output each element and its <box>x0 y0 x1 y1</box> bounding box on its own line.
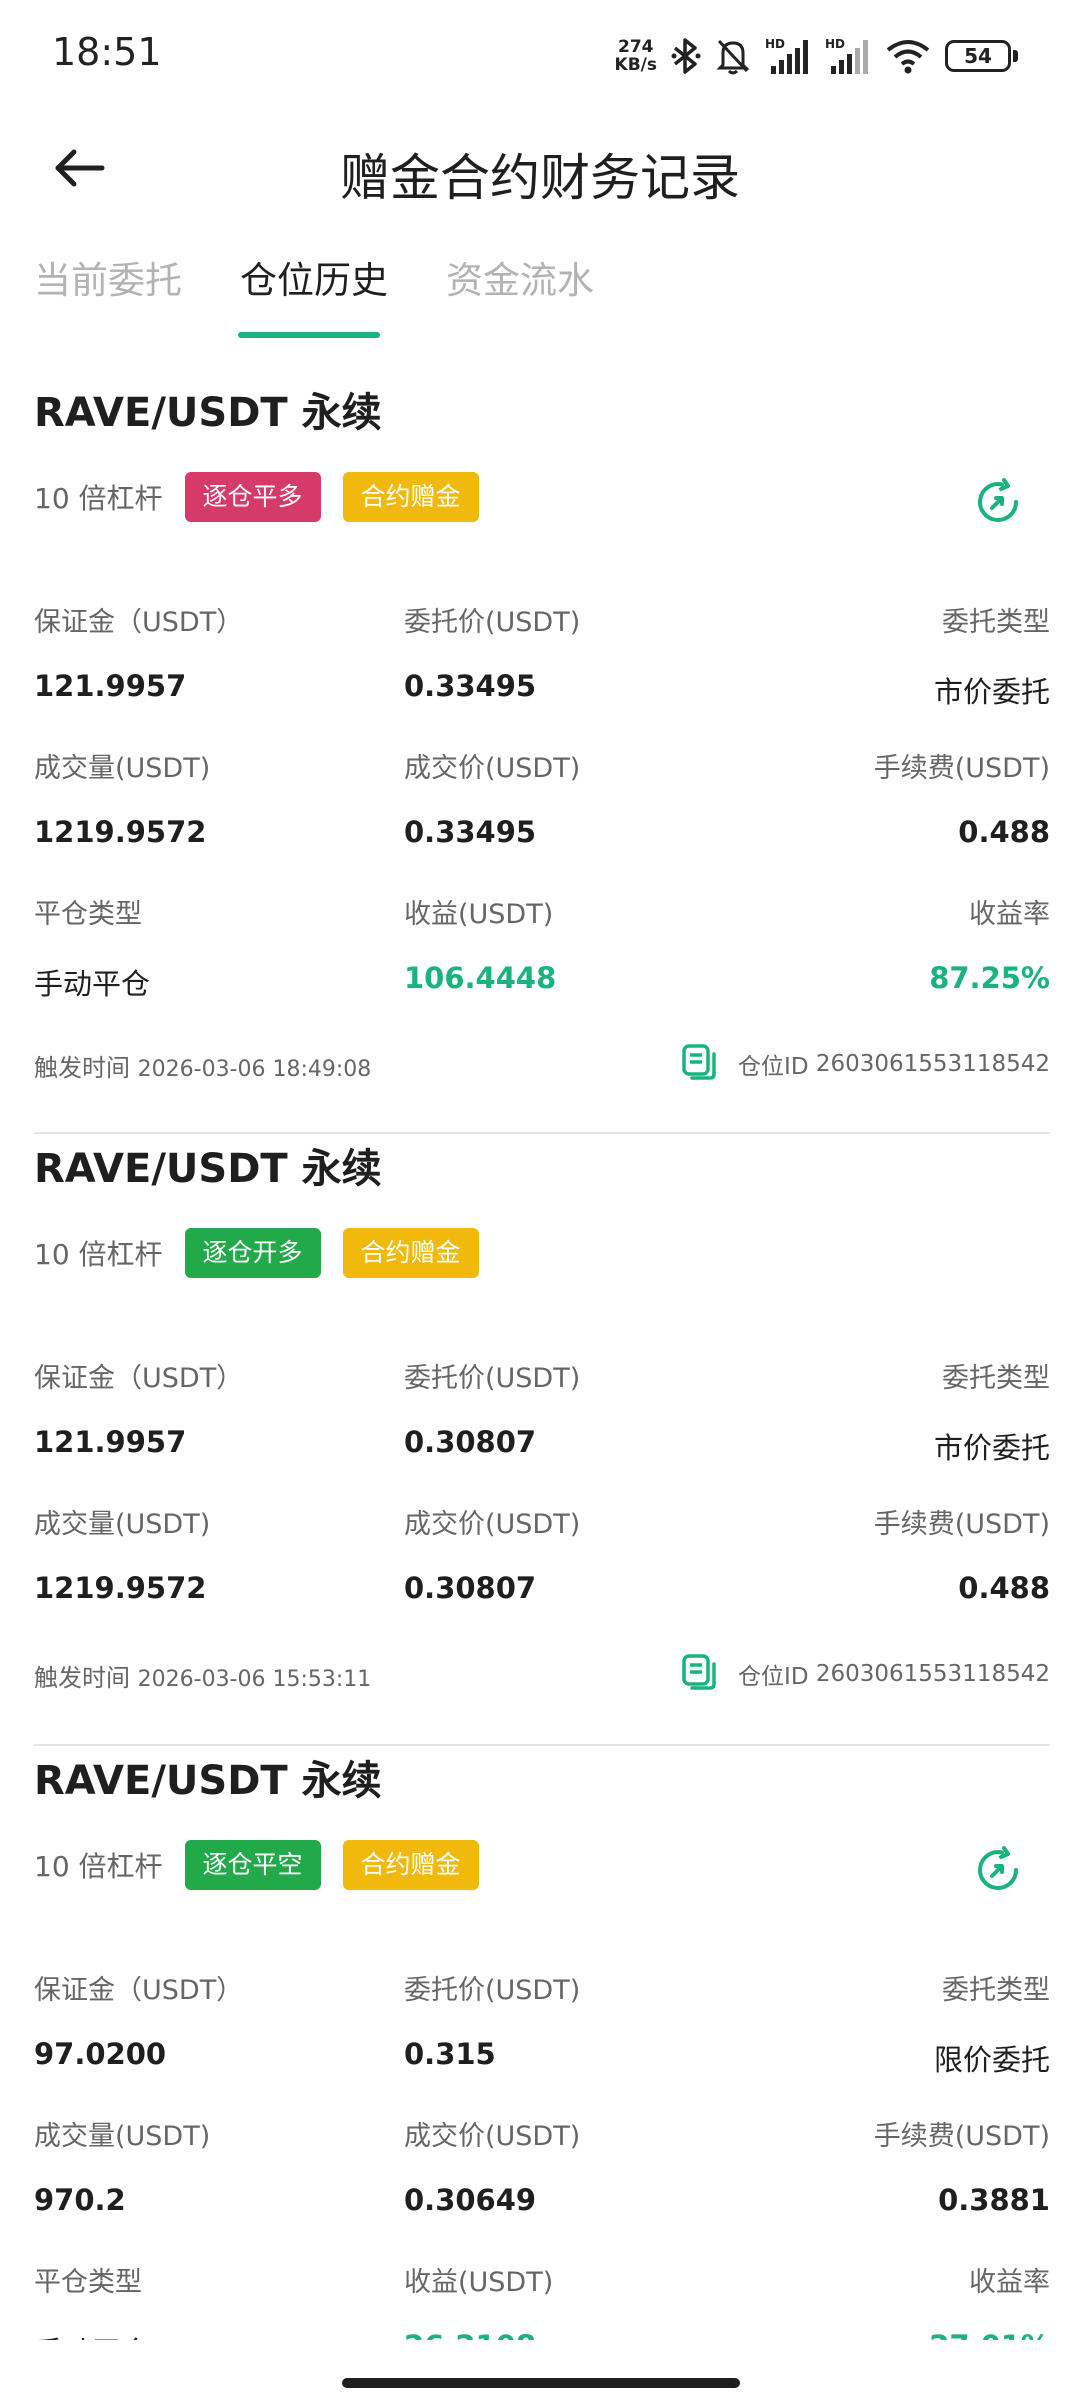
margin-field: 保证金（USDT） 121.9957 <box>34 607 244 703</box>
svg-text:HD: HD <box>765 37 785 51</box>
volume-field: 成交量(USDT) 970.2 <box>34 2121 211 2217</box>
fill-price-field: 成交价(USDT) 0.33495 <box>404 753 581 849</box>
order-type-field: 委托类型 市价委托 <box>933 607 1050 709</box>
card-tags: 10 倍杠杆 逐仓平空 合约赠金 <box>34 1840 501 1890</box>
leverage-label: 10 倍杠杆 <box>34 1850 163 1883</box>
fill-price-field: 成交价(USDT) 0.30807 <box>404 1509 581 1605</box>
refresh-icon <box>978 478 1019 523</box>
order-price-field: 委托价(USDT) 0.315 <box>404 1975 581 2071</box>
trigger-time: 触发时间 2026-03-06 15:53:11 <box>34 1664 372 1692</box>
copy-icon[interactable] <box>680 1044 720 1084</box>
bluetooth-icon <box>671 38 701 74</box>
share-button[interactable] <box>966 1838 1030 1902</box>
trigger-time: 触发时间 2026-03-06 18:49:08 <box>34 1054 372 1082</box>
signal-hd-icon: HD <box>825 36 871 76</box>
pnl-field: 收益(USDT) 106.4448 <box>404 899 557 995</box>
net-speed-value: 274 <box>618 37 654 57</box>
card-title: RAVE/USDT 永续 <box>34 1146 382 1192</box>
bonus-tag: 合约赠金 <box>342 472 479 522</box>
status-icons: 274 KB/s HD HD 54 <box>615 32 1018 80</box>
record-card[interactable]: RAVE/USDT 永续 10 倍杠杆 逐仓平空 合约赠金 保证金（USDT） 9… <box>34 1748 1050 2369</box>
wifi-icon <box>885 38 931 74</box>
card-footer: 触发时间 2026-03-06 15:53:11 仓位ID 2603061553… <box>34 1654 1050 1694</box>
volume-field: 成交量(USDT) 1219.9572 <box>34 753 211 849</box>
fee-field: 手续费(USDT) 0.3881 <box>873 2121 1050 2217</box>
roi-field: 收益率 87.25% <box>929 899 1050 995</box>
tab-bar: 当前委托 仓位历史 资金流水 <box>0 240 1080 340</box>
position-id: 仓位ID 2603061553118542 <box>680 1654 1050 1694</box>
tab-position-history[interactable]: 仓位历史 <box>240 250 388 304</box>
card-tags: 10 倍杠杆 逐仓平多 合约赠金 <box>34 472 501 522</box>
margin-field: 保证金（USDT） 121.9957 <box>34 1363 244 1459</box>
net-speed-unit: KB/s <box>614 55 657 75</box>
battery-level: 54 <box>945 40 1011 72</box>
record-card[interactable]: RAVE/USDT 永续 10 倍杠杆 逐仓平多 合约赠金 保证金（USDT） 1… <box>34 380 1050 1100</box>
fee-field: 手续费(USDT) 0.488 <box>873 1509 1050 1605</box>
mute-bell-icon <box>715 37 751 75</box>
volume-field: 成交量(USDT) 1219.9572 <box>34 1509 211 1605</box>
side-tag: 逐仓平空 <box>184 1840 321 1890</box>
side-tag: 逐仓开多 <box>184 1228 321 1278</box>
app-header: 赠金合约财务记录 <box>0 110 1080 220</box>
net-speed: 274 KB/s <box>615 38 657 74</box>
fee-field: 手续费(USDT) 0.488 <box>873 753 1050 849</box>
signal-hd-icon: HD <box>765 36 811 76</box>
order-type-field: 委托类型 市价委托 <box>933 1363 1050 1465</box>
svg-text:HD: HD <box>825 37 845 51</box>
card-title: RAVE/USDT 永续 <box>34 390 382 436</box>
bonus-tag: 合约赠金 <box>342 1840 479 1890</box>
page-title: 赠金合约财务记录 <box>340 149 740 207</box>
tab-fund-flow[interactable]: 资金流水 <box>446 250 594 304</box>
card-footer: 触发时间 2026-03-06 18:49:08 仓位ID 2603061553… <box>34 1044 1050 1084</box>
card-title: RAVE/USDT 永续 <box>34 1758 382 1804</box>
record-card[interactable]: RAVE/USDT 永续 10 倍杠杆 逐仓开多 合约赠金 保证金（USDT） 1… <box>34 1136 1050 1736</box>
battery-icon: 54 <box>945 40 1018 72</box>
leverage-label: 10 倍杠杆 <box>34 482 163 515</box>
copy-icon[interactable] <box>680 1654 720 1694</box>
order-price-field: 委托价(USDT) 0.30807 <box>404 1363 581 1459</box>
side-tag: 逐仓平多 <box>184 472 321 522</box>
close-type-field: 平仓类型手动平仓 <box>34 899 151 1001</box>
bonus-tag: 合约赠金 <box>342 1228 479 1278</box>
order-type-field: 委托类型 限价委托 <box>933 1975 1050 2077</box>
divider <box>34 1132 1050 1134</box>
divider <box>34 1744 1050 1746</box>
card-tags: 10 倍杠杆 逐仓开多 合约赠金 <box>34 1228 501 1278</box>
position-id: 仓位ID 2603061553118542 <box>680 1044 1050 1084</box>
active-tab-indicator <box>238 332 380 338</box>
margin-field: 保证金（USDT） 97.0200 <box>34 1975 244 2071</box>
order-price-field: 委托价(USDT) 0.33495 <box>404 607 581 703</box>
leverage-label: 10 倍杠杆 <box>34 1238 163 1271</box>
fill-price-field: 成交价(USDT) 0.30649 <box>404 2121 581 2217</box>
bottom-nav-area <box>0 2340 1080 2400</box>
status-time: 18:51 <box>52 30 162 74</box>
share-button[interactable] <box>966 470 1030 534</box>
refresh-icon <box>978 1846 1019 1891</box>
tab-current-orders[interactable]: 当前委托 <box>34 250 182 304</box>
status-bar: 18:51 274 KB/s HD HD 54 <box>0 0 1080 110</box>
home-indicator[interactable] <box>342 2378 740 2388</box>
